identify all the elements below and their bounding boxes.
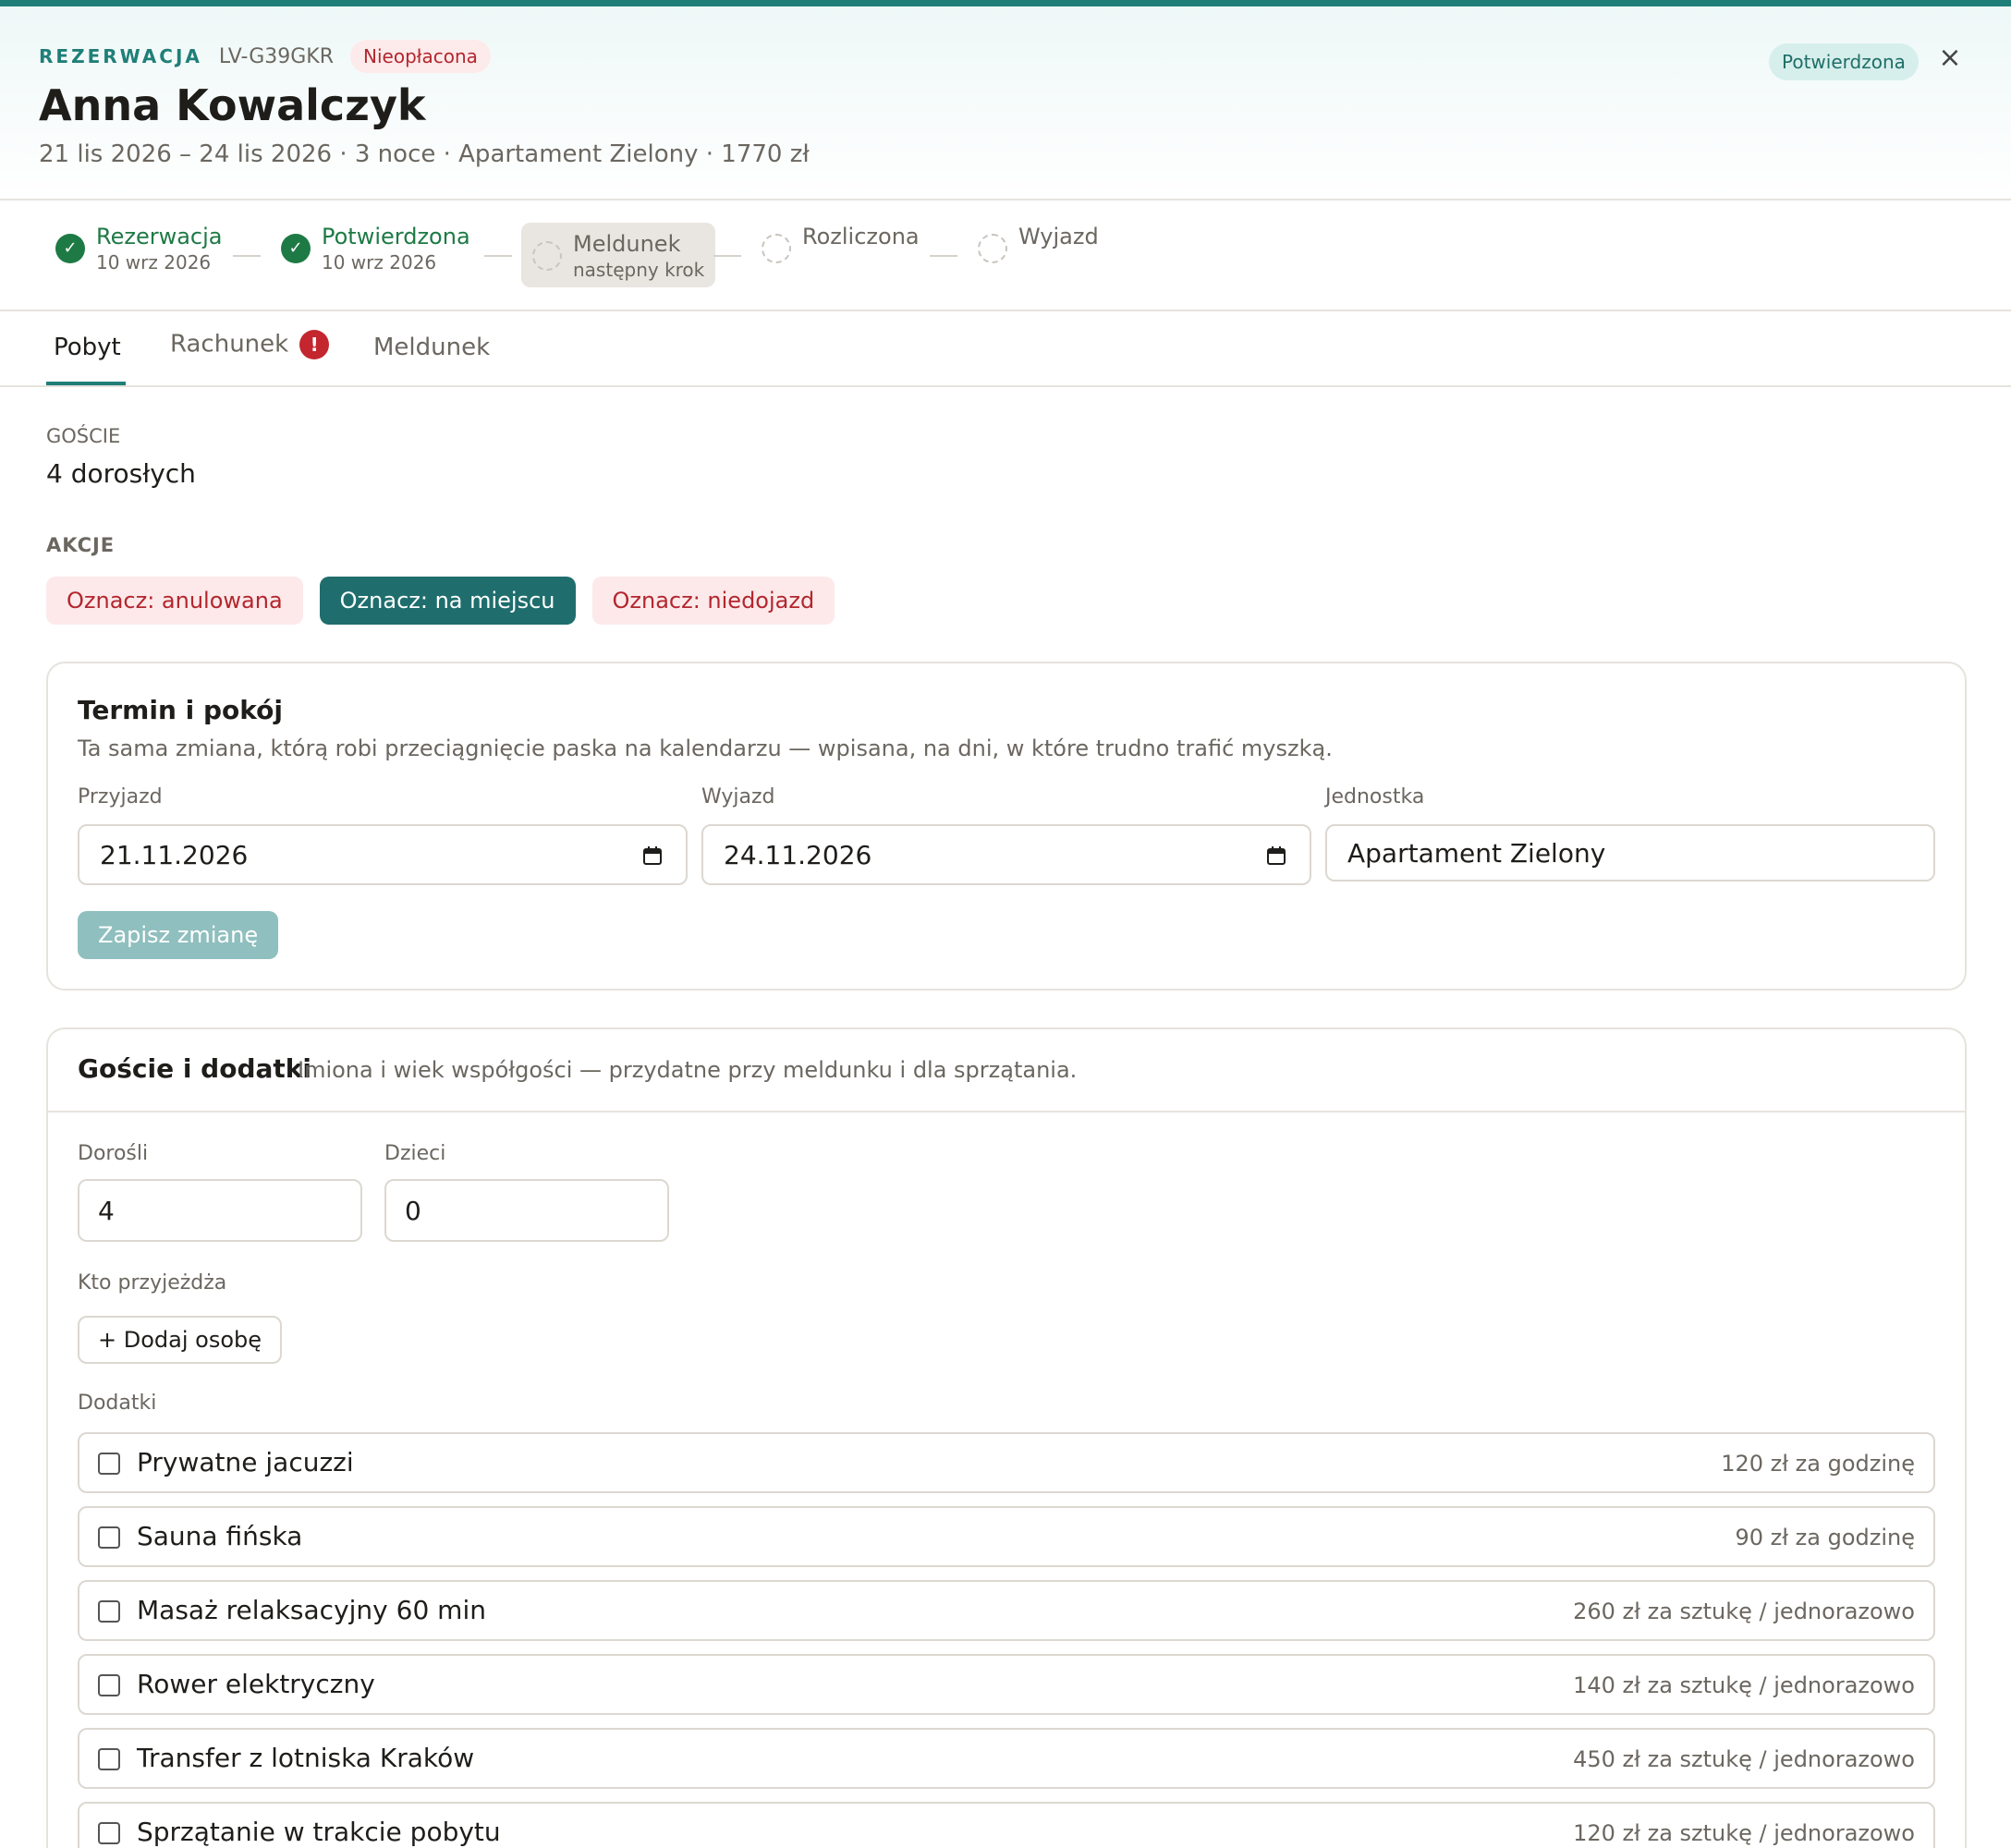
extra-item[interactable]: Sauna fińska 90 zł za godzinę — [78, 1506, 1935, 1567]
extra-checkbox[interactable] — [98, 1600, 120, 1623]
extra-item[interactable]: Masaż relaksacyjny 60 min 260 zł za sztu… — [78, 1580, 1935, 1641]
extra-checkbox[interactable] — [98, 1822, 120, 1844]
guests-label: GOŚCIE — [46, 425, 121, 447]
extra-checkbox[interactable] — [98, 1526, 120, 1549]
add-person-button[interactable]: + Dodaj osobę — [78, 1316, 283, 1364]
arrival-date-value: 21.11.2026 — [100, 839, 249, 870]
reservation-reference: LV-G39GKR — [218, 44, 335, 68]
extra-name: Sprzątanie w trakcie pobytu — [137, 1817, 501, 1847]
term-and-room-card: Termin i pokój Ta sama zmiana, którą rob… — [46, 662, 1967, 991]
step-connector — [713, 255, 741, 257]
step-connector — [233, 255, 261, 257]
reservation-summary: 21 lis 2026 – 24 lis 2026 · 3 noce · Apa… — [39, 140, 810, 168]
extra-name: Prywatne jacuzzi — [137, 1447, 354, 1477]
step-meldunek: Meldunek następny krok — [521, 223, 716, 287]
payment-status-badge: Nieopłacona — [350, 40, 491, 73]
guests-and-extras-card: Goście i dodatki Imiona i wiek współgośc… — [46, 1027, 1967, 1848]
children-input[interactable]: 0 — [384, 1179, 669, 1242]
header-meta: REZERWACJA LV-G39GKR Nieopłacona — [39, 40, 491, 73]
calendar-icon[interactable] — [1265, 845, 1287, 867]
step-label: Wyjazd — [1018, 224, 1099, 249]
step-connector — [930, 255, 957, 257]
extra-checkbox[interactable] — [98, 1453, 120, 1475]
extra-checkbox[interactable] — [98, 1748, 120, 1770]
step-hint: następny krok — [573, 259, 705, 281]
tab-bar: Pobyt Rachunek! Meldunek — [0, 313, 2011, 387]
step-wyjazd: Wyjazd — [978, 223, 1099, 263]
guest-name-title: Anna Kowalczyk — [39, 80, 426, 130]
extra-item[interactable]: Sprzątanie w trakcie pobytu 120 zł za sz… — [78, 1802, 1935, 1848]
unit-select[interactable]: Apartament Zielony — [1325, 824, 1935, 881]
extra-price: 90 zł za godzinę — [1735, 1525, 1915, 1550]
calendar-icon[interactable] — [641, 845, 664, 867]
step-label: Rozliczona — [802, 224, 920, 249]
step-label: Potwierdzona — [322, 224, 470, 249]
card-title: Termin i pokój — [78, 695, 283, 725]
pending-circle-icon — [762, 234, 791, 263]
reservation-header: REZERWACJA LV-G39GKR Nieopłacona Anna Ko… — [0, 6, 2011, 201]
guests-value: 4 dorosłych — [46, 458, 196, 489]
pending-circle-icon — [978, 234, 1007, 263]
extra-name: Transfer z lotniska Kraków — [137, 1743, 475, 1773]
departure-date-input[interactable]: 24.11.2026 — [701, 824, 1311, 885]
adults-input[interactable]: 4 — [78, 1179, 362, 1242]
extras-label: Dodatki — [78, 1392, 157, 1415]
step-date: 10 wrz 2026 — [96, 251, 212, 274]
step-date: 10 wrz 2026 — [322, 251, 437, 274]
tab-label: Rachunek — [170, 330, 289, 359]
unit-value: Apartament Zielony — [1347, 837, 1606, 869]
action-buttons: Oznacz: anulowana Oznacz: na miejscu Ozn… — [46, 577, 835, 625]
card-description: Ta sama zmiana, którą robi przeciągnięci… — [78, 736, 1333, 761]
step-connector — [484, 255, 512, 257]
unit-label: Jednostka — [1325, 785, 1425, 808]
reservation-stepper: ✓ Rezerwacja 10 wrz 2026 ✓ Potwierdzona … — [0, 202, 2011, 311]
card-header: Goście i dodatki Imiona i wiek współgośc… — [48, 1029, 1965, 1112]
extra-item[interactable]: Transfer z lotniska Kraków 450 zł za szt… — [78, 1728, 1935, 1789]
actions-label: AKCJE — [46, 534, 116, 556]
tab-meldunek[interactable]: Meldunek — [373, 334, 490, 361]
adults-label: Dorośli — [78, 1142, 149, 1165]
card-title: Goście i dodatki — [78, 1053, 311, 1084]
tab-pobyt[interactable]: Pobyt — [54, 334, 121, 361]
departure-date-value: 24.11.2026 — [724, 839, 872, 870]
step-label: Rezerwacja — [96, 224, 223, 249]
kicker-label: REZERWACJA — [39, 45, 202, 67]
extra-item[interactable]: Prywatne jacuzzi 120 zł za godzinę — [78, 1432, 1935, 1493]
extra-price: 120 zł za godzinę — [1721, 1451, 1915, 1477]
step-label: Meldunek — [573, 231, 681, 257]
extra-price: 140 zł za sztukę / jednorazowo — [1573, 1672, 1915, 1698]
who-arrives-label: Kto przyjeżdża — [78, 1271, 227, 1295]
step-rozliczona: Rozliczona — [762, 223, 920, 263]
arrival-label: Przyjazd — [78, 785, 163, 808]
step-potwierdzona: ✓ Potwierdzona 10 wrz 2026 — [281, 223, 470, 274]
card-description: Imiona i wiek współgości — przydatne prz… — [298, 1057, 1078, 1083]
extra-price: 450 zł za sztukę / jednorazowo — [1573, 1746, 1915, 1772]
extra-price: 120 zł za sztukę / jednorazowo — [1573, 1820, 1915, 1846]
extra-name: Sauna fińska — [137, 1521, 303, 1551]
extra-checkbox[interactable] — [98, 1674, 120, 1696]
extra-name: Masaż relaksacyjny 60 min — [137, 1595, 486, 1625]
step-rezerwacja: ✓ Rezerwacja 10 wrz 2026 — [55, 223, 223, 274]
extra-item[interactable]: Rower elektryczny 140 zł za sztukę / jed… — [78, 1654, 1935, 1715]
check-icon: ✓ — [55, 234, 85, 263]
top-accent-bar — [0, 0, 2011, 6]
extra-price: 260 zł za sztukę / jednorazowo — [1573, 1599, 1915, 1624]
active-tab-indicator — [46, 382, 126, 385]
mark-cancelled-button[interactable]: Oznacz: anulowana — [46, 577, 303, 625]
close-icon: × — [1938, 42, 1962, 74]
arrival-date-input[interactable]: 21.11.2026 — [78, 824, 688, 885]
pending-circle-icon — [532, 241, 562, 271]
mark-onsite-button[interactable]: Oznacz: na miejscu — [319, 577, 576, 625]
tab-rachunek[interactable]: Rachunek! — [170, 330, 330, 359]
children-label: Dzieci — [384, 1142, 446, 1165]
departure-label: Wyjazd — [701, 785, 775, 808]
close-button[interactable]: × — [1933, 42, 1967, 75]
status-badge: Potwierdzona — [1769, 43, 1919, 80]
mark-noshow-button[interactable]: Oznacz: niedojazd — [591, 577, 835, 625]
check-icon: ✓ — [281, 234, 311, 263]
save-change-button[interactable]: Zapisz zmianę — [78, 911, 279, 959]
extra-name: Rower elektryczny — [137, 1669, 375, 1699]
alert-icon: ! — [299, 330, 330, 359]
